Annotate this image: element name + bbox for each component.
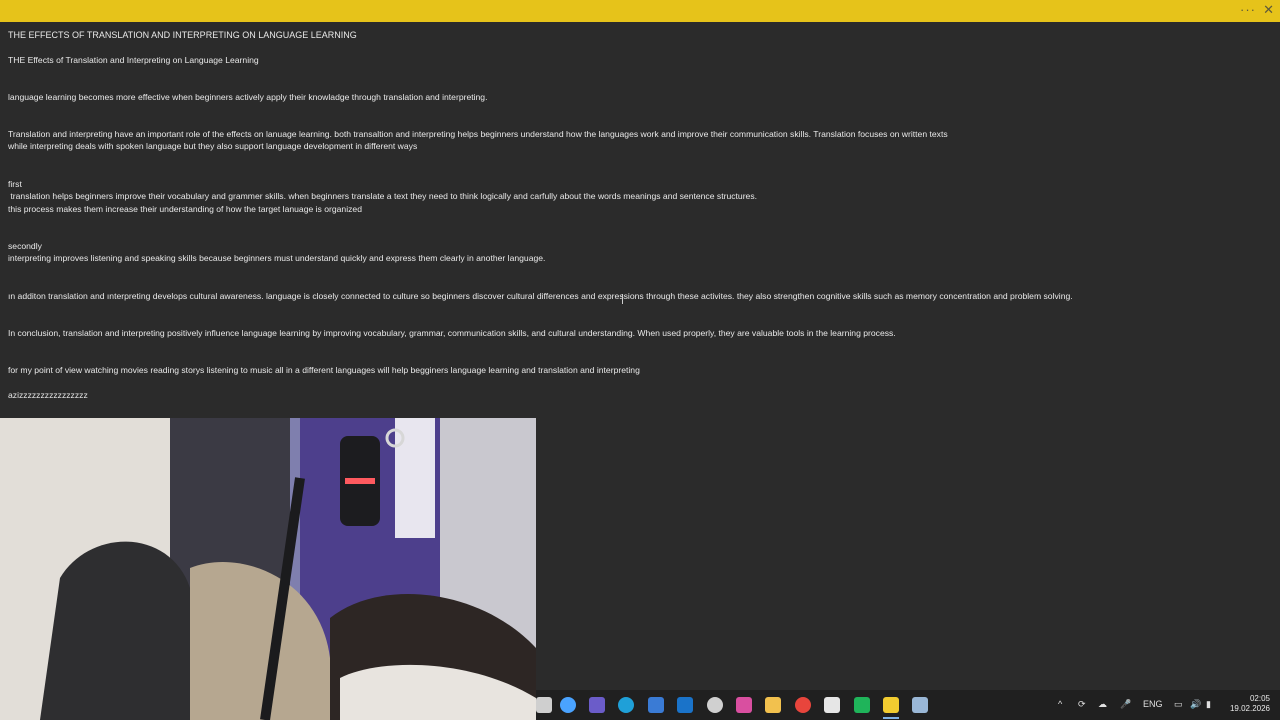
copilot-icon[interactable]	[560, 697, 576, 713]
language-indicator[interactable]: ENG	[1143, 699, 1163, 709]
alienware-icon[interactable]	[707, 697, 723, 713]
webcam-overlay	[0, 418, 536, 720]
capcut-icon[interactable]	[824, 697, 840, 713]
whatsapp-icon[interactable]	[854, 697, 870, 713]
note-paragraph: translation helps beginners improve thei…	[8, 191, 758, 201]
outlook-icon[interactable]	[677, 697, 693, 713]
chrome-icon[interactable]	[795, 697, 811, 713]
sticky-note-titlebar[interactable]: ··· ✕	[0, 0, 1280, 22]
note-paragraph: secondly	[8, 241, 42, 251]
active-app-indicator	[883, 717, 899, 719]
note-paragraph: azizzzzzzzzzzzzzzzz	[8, 390, 88, 400]
text-cursor	[622, 294, 623, 304]
note-paragraph: first	[8, 179, 22, 189]
folder-icon[interactable]	[765, 697, 781, 713]
system-clock[interactable]: 02:05 19.02.2026	[1230, 694, 1270, 714]
note-paragraph: language learning becomes more effective…	[8, 92, 488, 102]
cloud-icon[interactable]: ☁	[1098, 699, 1107, 710]
store-icon[interactable]	[648, 697, 664, 713]
close-icon[interactable]: ✕	[1263, 2, 1274, 18]
tray-chevron-icon[interactable]: ^	[1058, 699, 1062, 709]
note-paragraph: ın additon translation and ınterpreting …	[8, 291, 1073, 301]
network-icon[interactable]: ▭	[1174, 699, 1183, 710]
clock-date: 19.02.2026	[1229, 704, 1270, 713]
edge-icon[interactable]	[618, 697, 634, 713]
taskbar: ^ ⟳ ☁ 🎤 ENG ▭ 🔊 ▮ 02:05 19.02.2026	[536, 690, 1280, 720]
sticky-notes-icon[interactable]	[883, 697, 899, 713]
note-subtitle: THE Effects of Translation and Interpret…	[8, 55, 259, 65]
webcam-image	[0, 418, 536, 720]
note-paragraph: In conclusion, translation and interpret…	[8, 328, 896, 338]
ms365-icon[interactable]	[736, 697, 752, 713]
battery-icon[interactable]: ▮	[1206, 699, 1211, 710]
note-paragraph: this process makes them increase their u…	[8, 204, 362, 214]
note-paragraph: Translation and interpreting have an imp…	[8, 129, 948, 139]
note-heading: THE EFFECTS OF TRANSLATION AND INTERPRET…	[8, 30, 357, 40]
file-explorer-icon[interactable]	[536, 697, 552, 713]
steam-icon[interactable]	[912, 697, 928, 713]
note-paragraph: for my point of view watching movies rea…	[8, 365, 640, 375]
clock-time: 02:05	[1249, 694, 1270, 703]
note-paragraph: interpreting improves listening and spea…	[8, 253, 546, 263]
microphone-icon[interactable]: 🎤	[1120, 699, 1131, 710]
volume-icon[interactable]: 🔊	[1190, 699, 1201, 710]
more-options-icon[interactable]: ···	[1240, 2, 1256, 17]
note-paragraph: while interpreting deals with spoken lan…	[8, 141, 418, 151]
teams-icon[interactable]	[589, 697, 605, 713]
sync-icon[interactable]: ⟳	[1078, 699, 1086, 710]
